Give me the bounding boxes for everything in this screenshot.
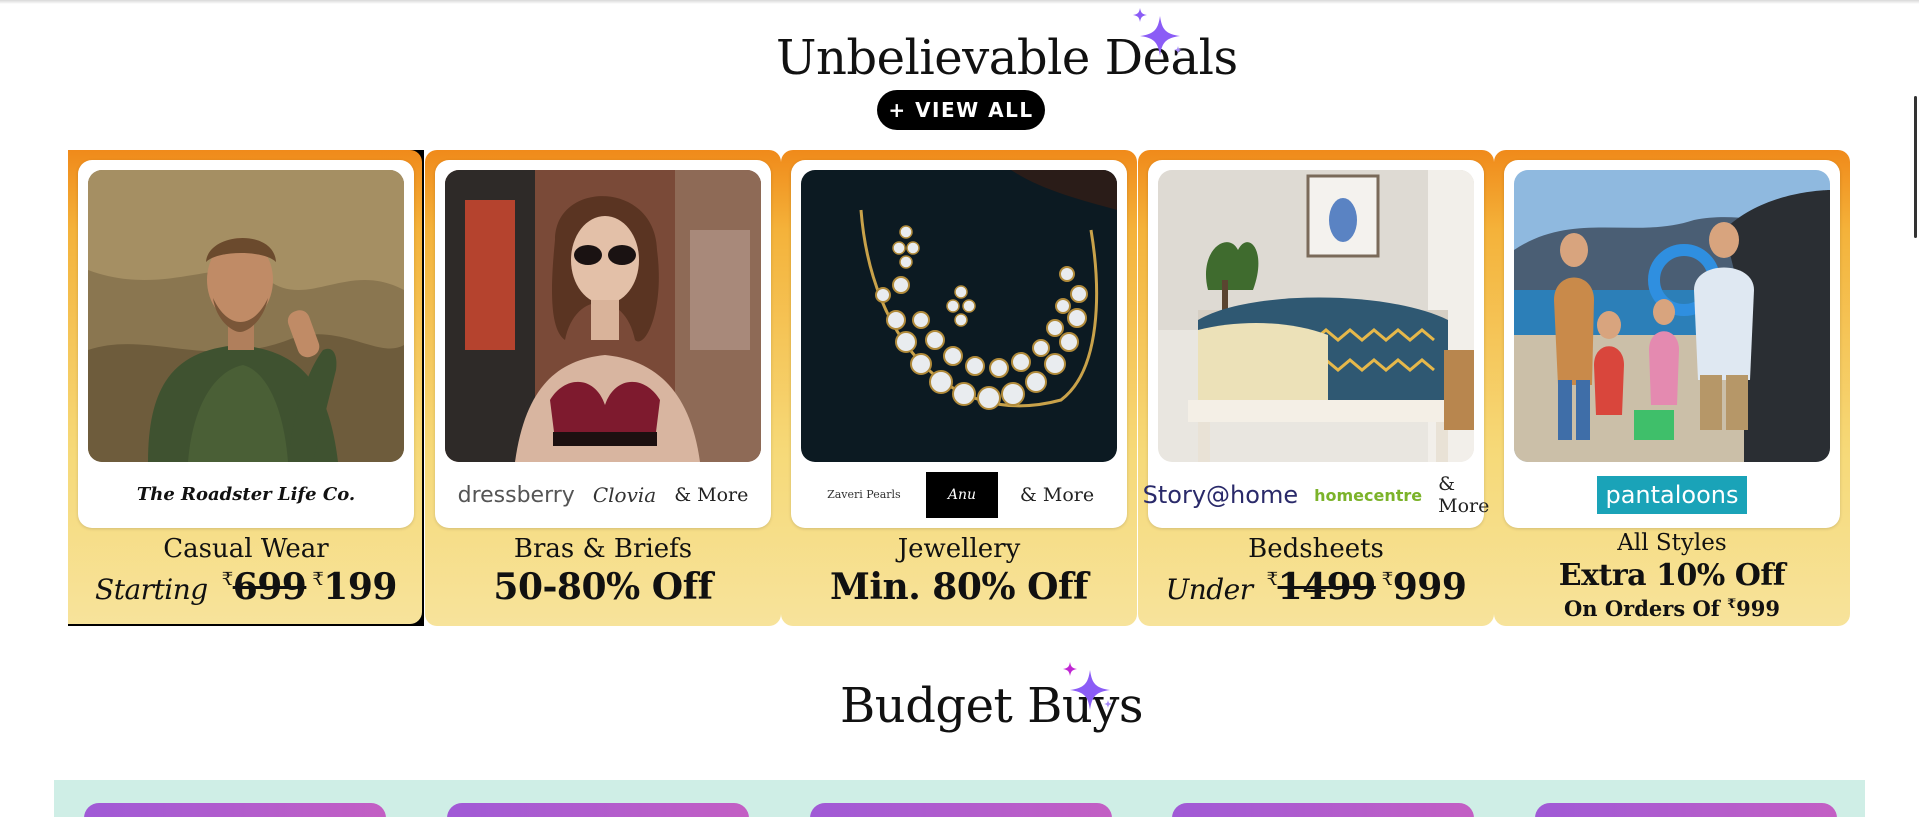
card-panel: dressberry Clovia & More	[435, 160, 771, 528]
budget-card[interactable]	[447, 803, 749, 817]
offer-prefix: Under	[1165, 573, 1254, 606]
new-price: 999	[1392, 566, 1467, 608]
product-image-bedsheets	[1158, 170, 1474, 462]
brand-logo-roadster: The Roadster Life Co.	[136, 484, 356, 505]
budget-card[interactable]	[84, 803, 386, 817]
deal-card-all-styles[interactable]: pantaloons All Styles Extra 10% Off On O…	[1494, 150, 1850, 626]
card-offer: 50-80% Off	[493, 566, 713, 608]
card-category: Jewellery	[897, 534, 1021, 564]
currency-symbol: ₹	[1727, 597, 1737, 612]
card-offer: Starting ₹699 ₹199	[68, 566, 422, 608]
card-panel: The Roadster Life Co.	[78, 160, 414, 528]
brand-logos: The Roadster Life Co.	[78, 462, 414, 528]
condition-prefix: On Orders Of	[1563, 596, 1720, 621]
card-category: Bras & Briefs	[513, 534, 693, 564]
more-brands-label: & More	[1438, 473, 1490, 517]
product-image-all-styles	[1514, 170, 1830, 462]
card-panel: pantaloons	[1504, 160, 1840, 528]
card-offer: Under ₹1499 ₹999	[1138, 566, 1494, 608]
brand-logos: Zaveri Pearls Anu & More	[791, 462, 1127, 528]
offer-prefix: Starting	[95, 573, 208, 606]
card-category: All Styles	[1617, 530, 1727, 556]
brand-logo-story-home: Story@home	[1142, 481, 1299, 509]
budget-card[interactable]	[1535, 803, 1837, 817]
brand-logo-zaveri-pearls: Zaveri Pearls	[827, 488, 901, 501]
view-all-button[interactable]: + VIEW ALL	[877, 90, 1045, 130]
brand-logo-clovia: Clovia	[592, 483, 657, 507]
sparkle-icon	[1133, 8, 1182, 56]
more-brands-label: & More	[674, 484, 749, 506]
old-price: 699	[232, 566, 307, 608]
product-image-bras-briefs	[445, 170, 761, 462]
deal-card-jewellery[interactable]: Zaveri Pearls Anu & More Jewellery Min. …	[781, 150, 1137, 626]
card-offer: Min. 80% Off	[830, 566, 1088, 608]
brand-logo-anu: Anu	[925, 472, 998, 518]
sparkle-icon	[1063, 662, 1112, 710]
card-panel: Story@home homecentre & More	[1143, 160, 1490, 528]
deal-card-casual-wear[interactable]: The Roadster Life Co. Casual Wear Starti…	[68, 150, 424, 626]
deal-card-bras-briefs[interactable]: dressberry Clovia & More Bras & Briefs 5…	[425, 150, 781, 626]
brand-logos: Story@home homecentre & More	[1143, 462, 1490, 528]
card-offer: Extra 10% Off	[1558, 558, 1786, 593]
condition-value: 999	[1736, 596, 1780, 621]
product-image-casual-wear	[88, 170, 404, 462]
new-price: 199	[323, 566, 397, 608]
deals-carousel: The Roadster Life Co. Casual Wear Starti…	[68, 150, 1852, 626]
currency-symbol: ₹	[1266, 569, 1278, 590]
product-image-jewellery	[801, 170, 1117, 462]
old-price: 1499	[1277, 566, 1377, 608]
deal-card-bedsheets[interactable]: Story@home homecentre & More Bedsheets U…	[1138, 150, 1494, 626]
page-scrollbar-thumb[interactable]	[1914, 96, 1917, 238]
brand-logos: dressberry Clovia & More	[435, 462, 771, 528]
brand-logo-dressberry: dressberry	[457, 482, 575, 508]
budget-card[interactable]	[810, 803, 1112, 817]
brand-logo-pantaloons: pantaloons	[1597, 476, 1747, 514]
currency-symbol: ₹	[1381, 569, 1393, 590]
budget-card[interactable]	[1172, 803, 1474, 817]
currency-symbol: ₹	[221, 569, 233, 590]
card-offer-condition: On Orders Of ₹999	[1494, 596, 1850, 621]
top-shadow	[0, 0, 1919, 4]
brand-logos: pantaloons	[1504, 462, 1840, 528]
more-brands-label: & More	[1019, 484, 1095, 506]
card-category: Bedsheets	[1248, 534, 1384, 564]
currency-symbol: ₹	[312, 569, 324, 590]
brand-logo-homecentre: homecentre	[1314, 485, 1423, 505]
card-panel: Zaveri Pearls Anu & More	[791, 160, 1127, 528]
card-category: Casual Wear	[163, 534, 329, 564]
